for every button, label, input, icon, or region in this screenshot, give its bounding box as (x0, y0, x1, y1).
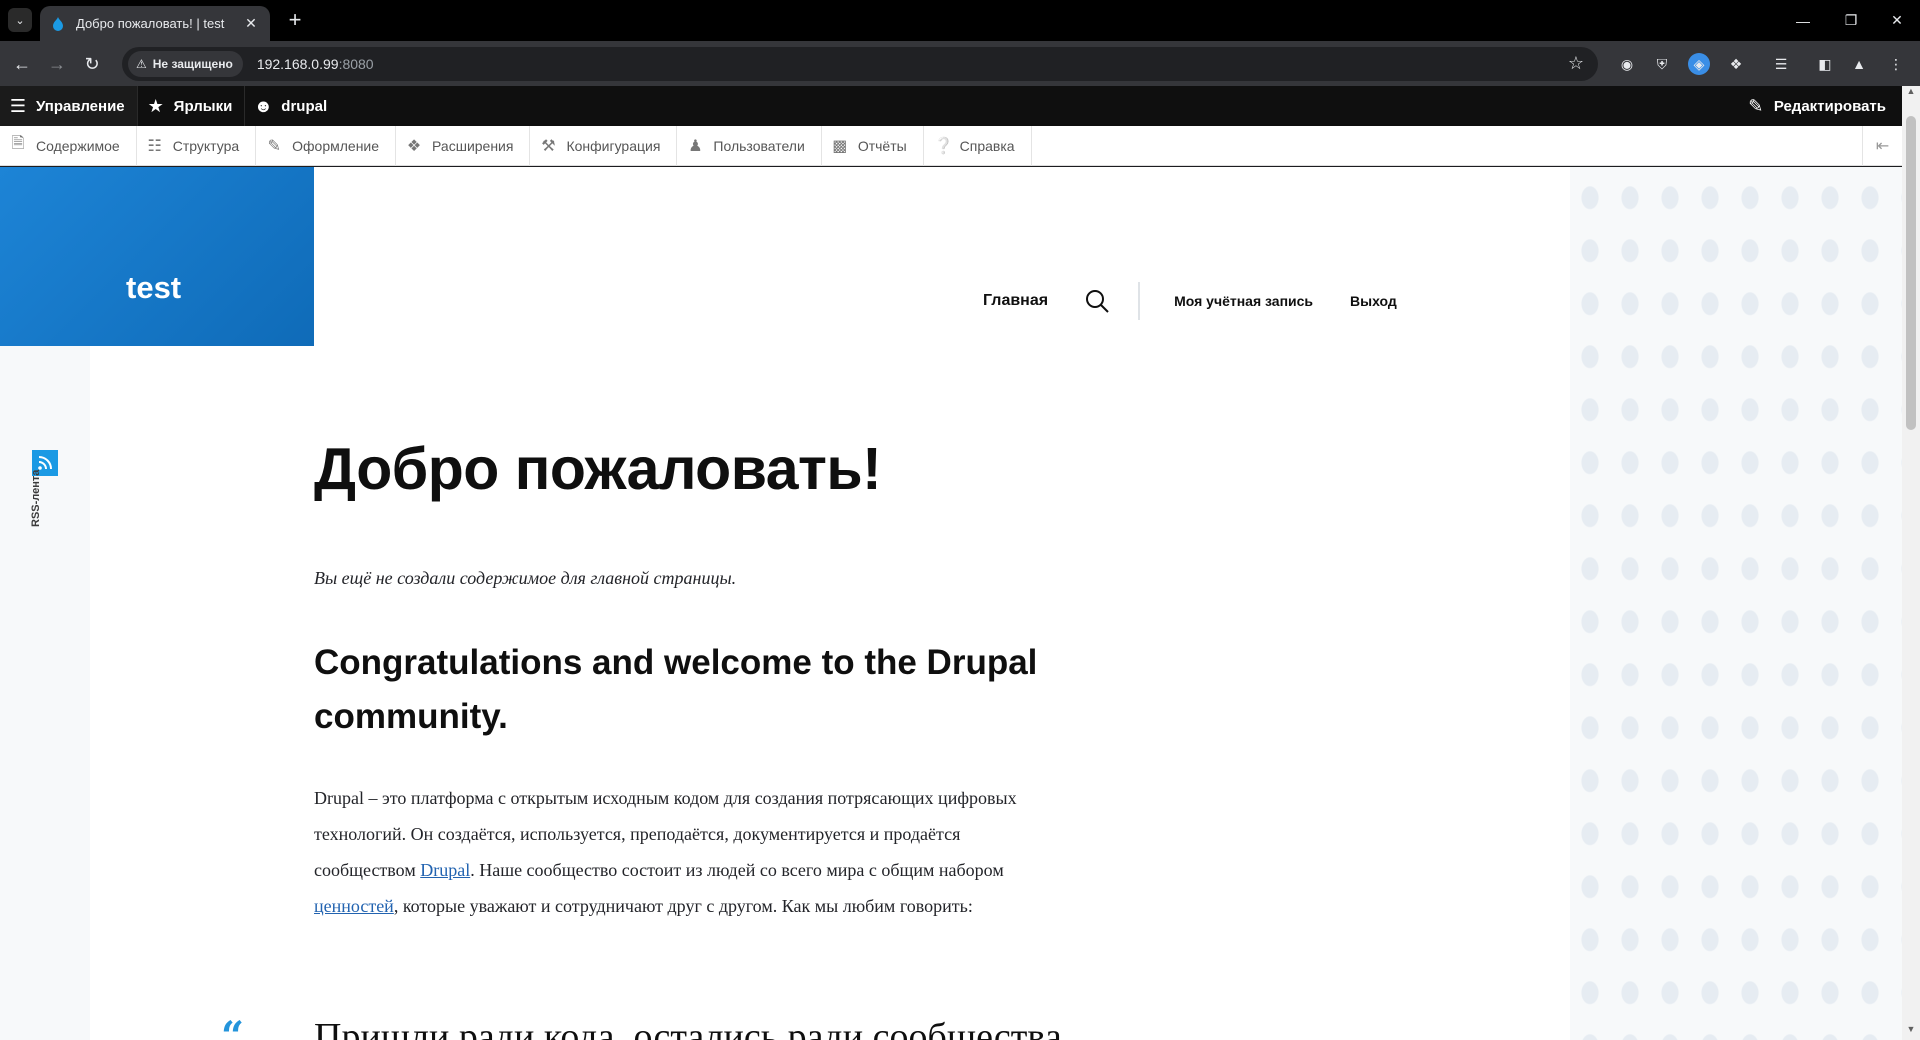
restore-icon[interactable]: ❐ (1828, 0, 1874, 41)
nav-home-link[interactable]: Главная (983, 292, 1048, 310)
welcome-heading: Congratulations and welcome to the Drupa… (314, 643, 1038, 736)
file-icon: 🗎 (11, 135, 25, 152)
user-icon: ☻ (253, 95, 273, 116)
scroll-up-icon[interactable]: ▲ (1902, 86, 1920, 102)
bookmark-star-icon[interactable]: ☆ (1568, 53, 1584, 74)
tab-title: Добро пожаловать! | test (76, 16, 225, 31)
url-port: :8080 (338, 56, 374, 72)
star-icon: ★ (147, 95, 164, 116)
tray-item-content[interactable]: 🗎 Содержимое (0, 125, 137, 166)
admin-edit-button[interactable]: ✎ Редактировать (1746, 86, 1886, 126)
pencil-icon: ✎ (1748, 95, 1764, 116)
site-page: test Главная Моя учётная запись Выход RS… (0, 167, 1902, 1040)
blockquote-text: Пришли ради кода, остались ради сообщест… (314, 1016, 1072, 1040)
admin-user-button[interactable]: ☻ drupal (245, 86, 339, 126)
primary-navigation: Главная Моя учётная запись Выход (983, 282, 1397, 320)
extension-shield-icon[interactable]: ⛨ (1651, 53, 1673, 75)
tray-item-label: Справка (959, 137, 1015, 154)
nav-divider (1138, 282, 1141, 320)
help-icon: ❔ (933, 137, 954, 155)
tab-close-icon[interactable]: ✕ (242, 15, 260, 32)
browser-menu-icon[interactable]: ⋮ (1885, 53, 1907, 75)
window-close-icon[interactable]: ✕ (1874, 0, 1920, 41)
security-chip[interactable]: ⚠ Не защищено (128, 51, 243, 77)
tray-item-label: Расширения (432, 137, 514, 154)
intro-text-3: , которые уважают и сотрудничают друг с … (393, 896, 973, 916)
admin-manage-label: Управление (36, 97, 125, 115)
rss-feed-label[interactable]: RSS-лента (30, 470, 42, 527)
tray-item-reports[interactable]: ▩ Отчёты (822, 125, 924, 166)
browser-tab-active[interactable]: Добро пожаловать! | test ✕ (40, 6, 270, 41)
address-bar[interactable]: ⚠ Не защищено 192.168.0.99:8080 ☆ (122, 47, 1598, 81)
browser-toolbar: ← → ↻ ⚠ Не защищено 192.168.0.99:8080 ☆ … (0, 41, 1920, 86)
media-control-icon[interactable]: ☰ (1770, 53, 1792, 75)
tray-item-label: Конфигурация (566, 137, 661, 154)
tray-item-label: Структура (172, 137, 240, 154)
profile-avatar-icon[interactable]: ▲ (1848, 53, 1870, 75)
search-icon[interactable] (1084, 288, 1110, 314)
nav-logout-link[interactable]: Выход (1350, 293, 1397, 309)
quote-mark-icon: “ (221, 1013, 245, 1040)
values-link[interactable]: ценностей (314, 896, 394, 916)
warning-icon: ⚠ (136, 57, 147, 71)
hamburger-icon: ☰ (9, 95, 27, 116)
admin-manage-button[interactable]: ☰ Управление (0, 86, 138, 126)
side-panel-icon[interactable]: ◧ (1814, 53, 1836, 75)
reload-icon[interactable]: ↻ (77, 49, 107, 79)
url-text: 192.168.0.99:8080 (257, 56, 374, 72)
drupal-link[interactable]: Drupal (420, 860, 470, 880)
intro-paragraph: Drupal – это платформа с открытым исходн… (314, 780, 1044, 924)
tray-item-extend[interactable]: ❖ Расширения (396, 125, 531, 166)
people-icon: ♟ (688, 137, 703, 155)
tray-item-label: Оформление (292, 137, 380, 154)
site-name[interactable]: test (126, 270, 181, 306)
drupal-admin-toolbar: ☰ Управление ★ Ярлыки ☻ drupal ✎ Редакти… (0, 86, 1902, 126)
puzzle-icon: ❖ (406, 137, 422, 155)
admin-edit-label: Редактировать (1773, 97, 1886, 115)
drupal-favicon-icon (53, 16, 63, 31)
empty-frontpage-message: Вы ещё не создали содержимое для главной… (314, 568, 737, 588)
url-host: 192.168.0.99 (256, 56, 339, 72)
extensions-puzzle-icon[interactable]: ❖ (1725, 53, 1747, 75)
new-tab-icon[interactable]: + (282, 8, 308, 34)
page-scrollbar[interactable]: ▲ ▼ (1902, 86, 1920, 1040)
intro-text-2: . Наше сообщество состоит из людей со вс… (470, 860, 1004, 880)
admin-shortcuts-button[interactable]: ★ Ярлыки (138, 86, 246, 126)
extension-record-icon[interactable]: ◉ (1616, 53, 1638, 75)
tray-item-label: Пользователи (713, 137, 805, 154)
tray-item-structure[interactable]: ☷ Структура (137, 125, 257, 166)
tray-item-label: Отчёты (857, 137, 907, 154)
tray-item-help[interactable]: ❔ Справка (924, 125, 1032, 166)
scroll-down-icon[interactable]: ▼ (1902, 1024, 1920, 1040)
tray-item-configuration[interactable]: ⚒ Конфигурация (530, 125, 678, 166)
site-branding[interactable]: test (0, 167, 314, 346)
minimize-icon[interactable]: — (1780, 0, 1826, 41)
extension-globe-icon[interactable]: ◈ (1688, 53, 1710, 75)
page-title: Добро пожаловать! (314, 436, 882, 502)
security-label: Не защищено (152, 57, 233, 71)
browser-tabstrip: ⌄ Добро пожаловать! | test ✕ + — ❐ ✕ (0, 0, 1920, 41)
scrollbar-thumb[interactable] (1906, 116, 1916, 430)
tray-item-people[interactable]: ♟ Пользователи (677, 125, 822, 166)
structure-icon: ☷ (147, 137, 162, 155)
admin-user-label: drupal (281, 97, 328, 115)
bar-chart-icon: ▩ (832, 137, 848, 155)
rss-icon (38, 456, 52, 470)
back-icon[interactable]: ← (7, 49, 37, 79)
wrench-icon: ⚒ (541, 137, 556, 155)
forward-icon[interactable]: → (42, 49, 72, 79)
admin-shortcuts-label: Ярлыки (173, 97, 233, 115)
drop-pattern-background (1570, 167, 1902, 1040)
drupal-admin-tray: 🗎 Содержимое ☷ Структура ✎ Оформление ❖ … (0, 125, 1902, 166)
nav-account-link[interactable]: Моя учётная запись (1174, 293, 1313, 309)
tray-item-appearance[interactable]: ✎ Оформление (256, 125, 397, 166)
tray-item-label: Содержимое (36, 137, 120, 154)
brush-icon: ✎ (267, 137, 281, 155)
tray-collapse-icon[interactable]: ⇤ (1862, 126, 1902, 166)
tab-search-icon[interactable]: ⌄ (8, 8, 32, 32)
